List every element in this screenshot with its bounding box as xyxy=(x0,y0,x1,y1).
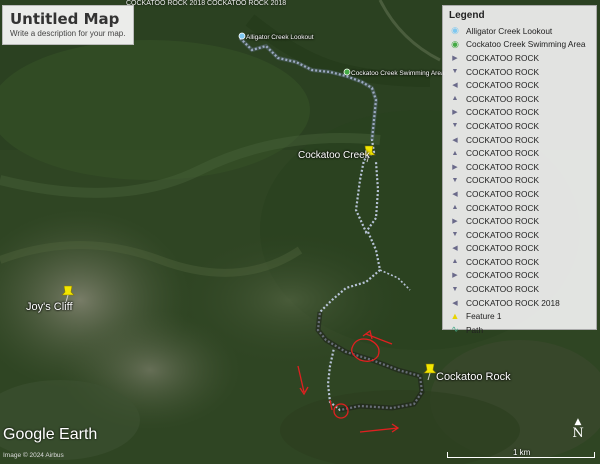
legend-item[interactable]: ◀ COCKATOO ROCK xyxy=(449,187,590,201)
waypoint-icon: ◀ xyxy=(452,245,458,253)
map-description[interactable]: Write a description for your map. xyxy=(10,29,126,38)
north-label: N xyxy=(572,426,584,441)
legend-item-label: COCKATOO ROCK xyxy=(466,93,539,104)
legend-item[interactable]: ▲ Feature 1 xyxy=(449,309,590,323)
legend-item[interactable]: ▶ COCKATOO ROCK xyxy=(449,269,590,283)
legend-item[interactable]: ▼ COCKATOO ROCK xyxy=(449,282,590,296)
legend-item[interactable]: ▲ COCKATOO ROCK xyxy=(449,92,590,106)
legend-item-label: COCKATOO ROCK xyxy=(466,107,539,118)
legend-item-label: COCKATOO ROCK xyxy=(466,134,539,145)
google-earth-logo: Google Earth xyxy=(3,426,98,443)
legend-item[interactable]: ◀ COCKATOO ROCK xyxy=(449,133,590,147)
legend-item[interactable]: ◀ COCKATOO ROCK 2018 xyxy=(449,296,590,310)
legend-item[interactable]: ▼ COCKATOO ROCK xyxy=(449,65,590,79)
legend-item-label: COCKATOO ROCK xyxy=(466,148,539,159)
waypoint-icon: ▶ xyxy=(452,109,458,117)
legend-item[interactable]: ▶ COCKATOO ROCK xyxy=(449,214,590,228)
waypoint-icon: ▼ xyxy=(451,122,459,130)
legend-list: ◉ Alligator Creek Lookout ◉ Cockatoo Creek … xyxy=(449,24,590,337)
scale-label: 1 km xyxy=(513,448,531,457)
legend-item-label: Path xyxy=(466,324,484,335)
waypoint-icon: ◀ xyxy=(452,136,458,144)
waypoint-icon: ▼ xyxy=(451,68,459,76)
waypoint-icon: ▶ xyxy=(452,218,458,226)
legend-item-label: COCKATOO ROCK xyxy=(466,202,539,213)
legend-item-label: Cockatoo Creek Swimming Area xyxy=(466,39,586,50)
top-map-label: COCKATOO ROCK 2018 COCKATOO ROCK 2018 xyxy=(126,0,287,7)
waypoint-icon: ◀ xyxy=(452,82,458,90)
scale-bar: 1 km xyxy=(447,448,595,459)
waypoint-icon: ▶ xyxy=(452,272,458,280)
legend-item-label: COCKATOO ROCK xyxy=(466,256,539,267)
blue-pin-icon: ◉ xyxy=(451,25,459,36)
legend-item[interactable]: ◀ COCKATOO ROCK xyxy=(449,78,590,92)
legend-item[interactable]: ▼ COCKATOO ROCK xyxy=(449,174,590,188)
legend-item[interactable]: ▲ COCKATOO ROCK xyxy=(449,201,590,215)
waypoint-icon: ▶ xyxy=(452,163,458,171)
legend-item[interactable]: ∿ Path xyxy=(449,323,590,337)
legend-item[interactable]: ▼ COCKATOO ROCK xyxy=(449,228,590,242)
map-title[interactable]: Untitled Map xyxy=(10,10,126,28)
waypoint-icon: ▼ xyxy=(451,176,459,184)
legend-item[interactable]: ▼ COCKATOO ROCK xyxy=(449,119,590,133)
legend-item-label: COCKATOO ROCK xyxy=(466,284,539,295)
imagery-credit: Image © 2024 Airbus xyxy=(3,452,64,459)
legend-item-label: COCKATOO ROCK xyxy=(466,66,539,77)
map-title-panel[interactable]: Untitled Map Write a description for you… xyxy=(2,5,134,45)
legend-item-label: COCKATOO ROCK xyxy=(466,270,539,281)
waypoint-icon: ▼ xyxy=(451,285,459,293)
waypoint-icon: ◀ xyxy=(452,190,458,198)
legend-item-label: COCKATOO ROCK xyxy=(466,216,539,227)
legend-item-label: COCKATOO ROCK xyxy=(466,188,539,199)
legend-item-label: Feature 1 xyxy=(466,311,502,322)
legend-item-label: COCKATOO ROCK xyxy=(466,175,539,186)
legend-item-label: Alligator Creek Lookout xyxy=(466,25,553,36)
label-alligator-lookout: Alligator Creek Lookout xyxy=(246,34,314,41)
legend-panel: Legend ◉ Alligator Creek Lookout ◉ Cockatoo… xyxy=(442,5,597,335)
legend-item[interactable]: ▲ COCKATOO ROCK xyxy=(449,146,590,160)
yellow-pushpin-icon: ▲ xyxy=(450,311,460,322)
waypoint-icon: ◀ xyxy=(452,299,458,307)
label-cockatoo-rock: Cockatoo Rock xyxy=(436,371,511,383)
waypoint-icon: ▲ xyxy=(451,204,459,212)
label-cockatoo-creek: Cockatoo Creek xyxy=(298,150,370,161)
waypoint-icon: ▶ xyxy=(452,54,458,62)
legend-item[interactable]: ◉ Alligator Creek Lookout xyxy=(449,24,590,38)
waypoint-icon: ▲ xyxy=(451,258,459,266)
legend-item[interactable]: ▶ COCKATOO ROCK xyxy=(449,51,590,65)
waypoint-icon: ▲ xyxy=(451,149,459,157)
legend-item-label: COCKATOO ROCK xyxy=(466,80,539,91)
legend-item-label: COCKATOO ROCK xyxy=(466,120,539,131)
legend-item-label: COCKATOO ROCK 2018 xyxy=(466,297,560,308)
legend-item[interactable]: ▶ COCKATOO ROCK xyxy=(449,160,590,174)
legend-item-label: COCKATOO ROCK xyxy=(466,52,539,63)
blue-pin-icon[interactable] xyxy=(238,32,246,40)
legend-item[interactable]: ◉ Cockatoo Creek Swimming Area xyxy=(449,38,590,52)
legend-item[interactable]: ▲ COCKATOO ROCK xyxy=(449,255,590,269)
legend-item[interactable]: ◀ COCKATOO ROCK xyxy=(449,242,590,256)
green-pin-icon[interactable] xyxy=(343,68,351,76)
legend-item[interactable]: ▶ COCKATOO ROCK xyxy=(449,106,590,120)
legend-item-label: COCKATOO ROCK xyxy=(466,161,539,172)
waypoint-icon: ▼ xyxy=(451,231,459,239)
legend-item-label: COCKATOO ROCK xyxy=(466,229,539,240)
label-swimming-area: Cockatoo Creek Swimming Area xyxy=(351,70,445,77)
legend-title: Legend xyxy=(449,10,485,21)
waypoint-icon: ▲ xyxy=(451,95,459,103)
path-icon: ∿ xyxy=(451,324,459,335)
label-joys-cliff: Joy's Cliff xyxy=(26,301,73,313)
north-arrow[interactable]: ▲ N xyxy=(571,418,585,441)
legend-item-label: COCKATOO ROCK xyxy=(466,243,539,254)
green-pin-icon: ◉ xyxy=(451,38,459,49)
